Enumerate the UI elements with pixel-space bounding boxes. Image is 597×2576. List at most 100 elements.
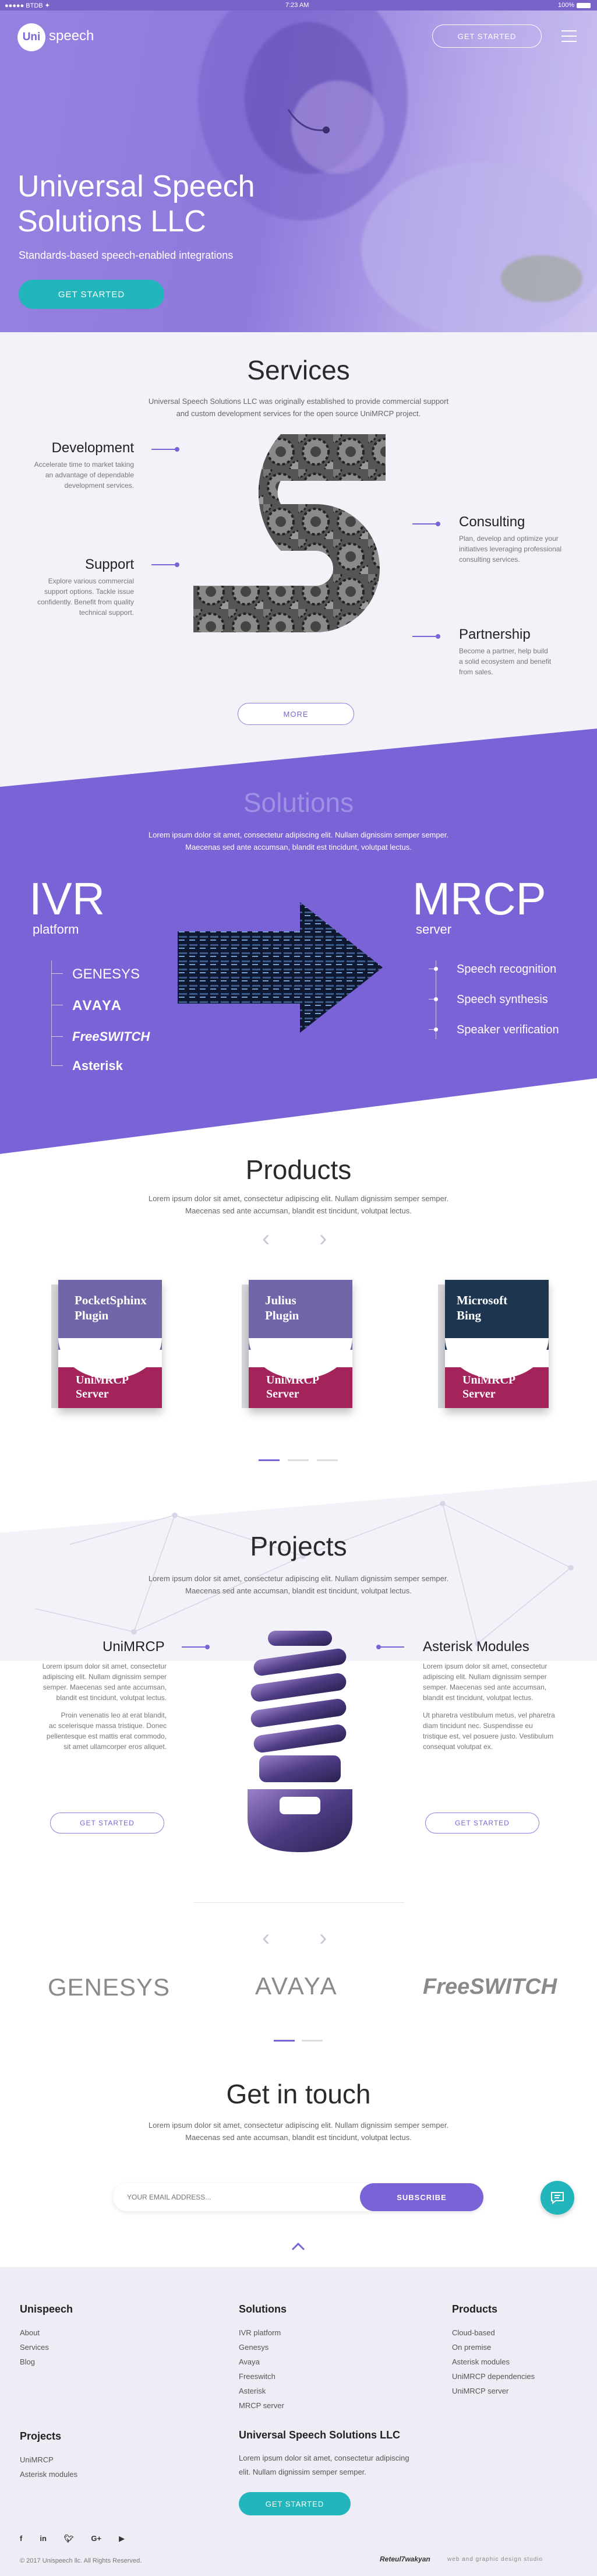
footer-link[interactable]: Asterisk — [239, 2384, 284, 2398]
products-title: Products — [245, 1155, 352, 1185]
service-partnership-title: Partnership — [459, 627, 531, 642]
solutions-section: Solutions Lorem ipsum dolor sit amet, co… — [0, 729, 597, 1154]
footer-link[interactable]: Asterisk modules — [20, 2467, 77, 2482]
service-partnership-desc: Become a partner, help build a solid ecos… — [459, 647, 552, 676]
headset-mic-icon — [287, 109, 330, 133]
footer-link[interactable]: UniMRCP dependencies — [452, 2369, 535, 2384]
partners-next-arrow[interactable]: › — [319, 1926, 327, 1949]
footer-link[interactable]: Services — [20, 2340, 49, 2355]
copyright: © 2017 Unispeech llc. All Rights Reserve… — [20, 2557, 142, 2564]
footer-col3-links: Cloud-based On premise Asterisk modules … — [452, 2325, 535, 2398]
carousel-dot[interactable] — [288, 1459, 309, 1461]
carousel-dot[interactable] — [302, 2040, 323, 2042]
footer-col4-links: UniMRCP Asterisk modules — [20, 2452, 77, 2482]
products-prev-arrow[interactable]: ‹ — [262, 1227, 270, 1250]
service-consulting-desc: Plan, develop and optimize your initiativ… — [459, 534, 562, 564]
footer-link[interactable]: Genesys — [239, 2340, 284, 2355]
product-title: PocketSphinx Plugin — [75, 1293, 147, 1322]
footer-link[interactable]: IVR platform — [239, 2325, 284, 2340]
projects-title: Projects — [250, 1531, 347, 1561]
projects-intro: Lorem ipsum dolor sit amet, consectetur … — [148, 1574, 449, 1595]
footer-col4-title: Projects — [20, 2430, 62, 2442]
footer-link[interactable]: Asterisk modules — [452, 2355, 535, 2369]
product-server-label: UniMRCP Server — [266, 1374, 320, 1400]
service-development-desc: Accelerate time to market taking an advan… — [34, 460, 134, 490]
ivr-subtitle: platform — [33, 922, 79, 937]
partners-prev-arrow[interactable]: ‹ — [262, 1926, 270, 1949]
subscribe-form: SUBSCRIBE — [113, 2183, 483, 2211]
battery-label: 100% — [558, 2, 575, 9]
product-server-label: UniMRCP Server — [462, 1374, 516, 1400]
credit-brand[interactable]: Reteul7wakyan — [380, 2555, 430, 2563]
footer-link[interactable]: UniMRCP server — [452, 2384, 535, 2398]
product-server-label: UniMRCP Server — [76, 1374, 129, 1400]
product-julius-box[interactable]: Julius Plugin UniMRCP Server — [242, 1280, 352, 1414]
footer-col2-title: Solutions — [239, 2303, 287, 2315]
divider — [412, 523, 436, 525]
product-pocketsphinx-box[interactable]: PocketSphinx Plugin UniMRCP Server — [51, 1280, 162, 1414]
logo-badge[interactable]: Uni — [17, 23, 45, 51]
header-get-started-button[interactable]: GET STARTED — [432, 24, 542, 48]
mrcp-title: MRCP — [412, 873, 546, 924]
partners-section: ‹ › GENESYS AVAYA FreeSWITCH — [0, 1926, 597, 2051]
products-next-arrow[interactable]: › — [319, 1227, 327, 1250]
services-intro: Universal Speech Solutions LLC was origi… — [148, 397, 449, 418]
product-microsoft-bing-box[interactable]: Microsoft Bing UniMRCP Server — [438, 1280, 549, 1414]
service-support-title: Support — [84, 557, 134, 572]
footer-col2-links: IVR platform Genesys Avaya Freeswitch As… — [239, 2325, 284, 2413]
solutions-intro: Lorem ipsum dolor sit amet, consectetur … — [148, 830, 449, 851]
footer-link[interactable]: Blog — [20, 2355, 49, 2369]
divider — [193, 1902, 404, 1903]
twitter-icon[interactable]: 🐦︎ — [64, 2534, 74, 2543]
service-development-title: Development — [51, 440, 134, 456]
divider — [151, 564, 175, 565]
mrcp-subtitle: server — [416, 922, 452, 937]
carousel-dot[interactable] — [317, 1459, 338, 1461]
google-plus-icon[interactable]: G+ — [91, 2534, 101, 2543]
scroll-top-icon[interactable] — [290, 2241, 306, 2252]
products-intro: Lorem ipsum dolor sit amet, consectetur … — [148, 1194, 449, 1215]
divider — [381, 1646, 404, 1648]
ivr-avaya-logo: AVAYA — [72, 998, 123, 1013]
service-consulting-title: Consulting — [459, 514, 525, 530]
project-unimrcp-title: UniMRCP — [103, 1639, 165, 1655]
footer-company-title: Universal Speech Solutions LLC — [239, 2429, 401, 2441]
bullet-dot — [376, 1645, 381, 1649]
footer-link[interactable]: Freeswitch — [239, 2369, 284, 2384]
services-more-button[interactable]: MORE — [238, 703, 354, 725]
asterisk-get-started-button[interactable]: GET STARTED — [425, 1813, 539, 1834]
social-links: f in 🐦︎ G+ ▶ — [20, 2534, 125, 2543]
bullet-dot — [436, 634, 440, 639]
unimrcp-get-started-button[interactable]: GET STARTED — [50, 1813, 164, 1834]
footer-col1-links: About Services Blog — [20, 2325, 49, 2369]
ivr-title: IVR — [29, 873, 105, 924]
projects-section: Projects Lorem ipsum dolor sit amet, con… — [0, 1480, 597, 1929]
project-asterisk-desc: Lorem ipsum dolor sit amet, consectetur a… — [423, 1662, 555, 1751]
facebook-icon[interactable]: f — [20, 2534, 22, 2543]
footer-link[interactable]: Cloud-based — [452, 2325, 535, 2340]
carousel-dot-active[interactable] — [274, 2040, 295, 2042]
menu-icon[interactable] — [561, 30, 577, 42]
divider — [151, 449, 175, 450]
footer: Unispeech About Services Blog Solutions … — [0, 2267, 597, 2576]
footer-link[interactable]: About — [20, 2325, 49, 2340]
footer-get-started-button[interactable]: GET STARTED — [239, 2492, 351, 2515]
partner-genesys-logo: GENESYS — [48, 1973, 171, 2001]
footer-company-desc: Lorem ipsum dolor sit amet, consectetur … — [239, 2454, 409, 2476]
footer-link[interactable]: Avaya — [239, 2355, 284, 2369]
bullet-dot — [175, 447, 179, 452]
hero-section: Uni speech GET STARTED Universal Speech … — [0, 10, 597, 332]
footer-link[interactable]: UniMRCP — [20, 2452, 77, 2467]
mrcp-speech-recognition: Speech recognition — [457, 963, 557, 976]
contact-title: Get in touch — [226, 2079, 371, 2109]
email-input[interactable] — [127, 2183, 348, 2211]
subscribe-button[interactable]: SUBSCRIBE — [360, 2183, 483, 2211]
chat-icon[interactable] — [541, 2181, 574, 2215]
footer-link[interactable]: On premise — [452, 2340, 535, 2355]
footer-link[interactable]: MRCP server — [239, 2398, 284, 2413]
carousel-dot-active[interactable] — [259, 1459, 280, 1461]
youtube-icon[interactable]: ▶ — [119, 2534, 125, 2543]
hero-get-started-button[interactable]: GET STARTED — [19, 280, 164, 309]
solutions-title: Solutions — [243, 787, 354, 818]
linkedin-icon[interactable]: in — [40, 2534, 47, 2543]
